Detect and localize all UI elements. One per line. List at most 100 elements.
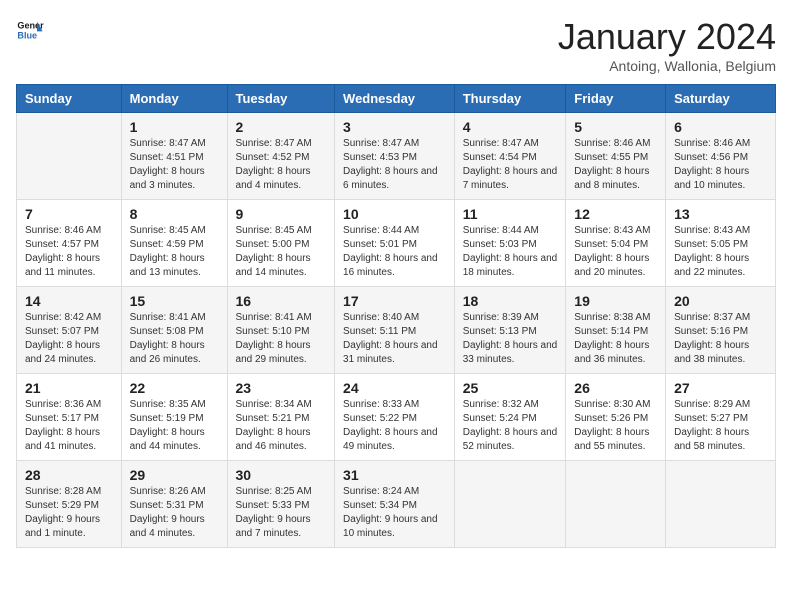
day-info: Sunrise: 8:35 AM Sunset: 5:19 PM Dayligh… — [130, 398, 219, 454]
day-info: Sunrise: 8:28 AM Sunset: 5:29 PM Dayligh… — [25, 485, 113, 541]
day-info: Sunrise: 8:47 AM Sunset: 4:54 PM Dayligh… — [463, 137, 558, 193]
day-info: Sunrise: 8:25 AM Sunset: 5:33 PM Dayligh… — [236, 485, 327, 541]
table-row — [17, 113, 122, 200]
table-row: 30 Sunrise: 8:25 AM Sunset: 5:33 PM Dayli… — [227, 461, 335, 548]
day-number: 11 — [463, 206, 558, 222]
day-info: Sunrise: 8:33 AM Sunset: 5:22 PM Dayligh… — [343, 398, 446, 454]
table-row: 3Sunrise: 8:47 AM Sunset: 4:53 PM Daylig… — [335, 113, 455, 200]
day-number: 14 — [25, 293, 113, 309]
day-info: Sunrise: 8:39 AM Sunset: 5:13 PM Dayligh… — [463, 311, 558, 367]
day-info: Sunrise: 8:38 AM Sunset: 5:14 PM Dayligh… — [574, 311, 657, 367]
header-saturday: Saturday — [666, 85, 776, 113]
day-info: Sunrise: 8:36 AM Sunset: 5:17 PM Dayligh… — [25, 398, 113, 454]
day-info: Sunrise: 8:24 AM Sunset: 5:34 PM Dayligh… — [343, 485, 446, 541]
day-number: 28 — [25, 467, 113, 483]
table-row: 9 Sunrise: 8:45 AM Sunset: 5:00 PM Daylig… — [227, 200, 335, 287]
day-info: Sunrise: 8:43 AM Sunset: 5:05 PM Dayligh… — [674, 224, 767, 280]
weekday-header-row: Sunday Monday Tuesday Wednesday Thursday… — [17, 85, 776, 113]
logo-icon: General Blue — [16, 16, 44, 44]
header-tuesday: Tuesday — [227, 85, 335, 113]
table-row: 16 Sunrise: 8:41 AM Sunset: 5:10 PM Dayli… — [227, 287, 335, 374]
day-number: 27 — [674, 380, 767, 396]
day-number: 21 — [25, 380, 113, 396]
day-info: Sunrise: 8:46 AM Sunset: 4:57 PM Dayligh… — [25, 224, 113, 280]
day-info: Sunrise: 8:34 AM Sunset: 5:21 PM Dayligh… — [236, 398, 327, 454]
day-number: 16 — [236, 293, 327, 309]
day-info: Sunrise: 8:47 AM Sunset: 4:53 PM Dayligh… — [343, 137, 446, 193]
day-number: 17 — [343, 293, 446, 309]
table-row: 2 Sunrise: 8:47 AM Sunset: 4:52 PM Daylig… — [227, 113, 335, 200]
calendar-week-row: 21 Sunrise: 8:36 AM Sunset: 5:17 PM Dayli… — [17, 374, 776, 461]
day-info: Sunrise: 8:41 AM Sunset: 5:10 PM Dayligh… — [236, 311, 327, 367]
table-row: 10 Sunrise: 8:44 AM Sunset: 5:01 PM Dayli… — [335, 200, 455, 287]
day-number: 31 — [343, 467, 446, 483]
day-number: 26 — [574, 380, 657, 396]
table-row: 27 Sunrise: 8:29 AM Sunset: 5:27 PM Dayli… — [666, 374, 776, 461]
day-info: Sunrise: 8:43 AM Sunset: 5:04 PM Dayligh… — [574, 224, 657, 280]
page-title: January 2024 — [558, 16, 776, 58]
header-wednesday: Wednesday — [335, 85, 455, 113]
day-number: 4 — [463, 119, 558, 135]
table-row: 23 Sunrise: 8:34 AM Sunset: 5:21 PM Dayli… — [227, 374, 335, 461]
day-info: Sunrise: 8:44 AM Sunset: 5:03 PM Dayligh… — [463, 224, 558, 280]
day-info: Sunrise: 8:47 AM Sunset: 4:51 PM Dayligh… — [130, 137, 219, 193]
day-info: Sunrise: 8:42 AM Sunset: 5:07 PM Dayligh… — [25, 311, 113, 367]
table-row: 11 Sunrise: 8:44 AM Sunset: 5:03 PM Dayli… — [454, 200, 566, 287]
day-info: Sunrise: 8:29 AM Sunset: 5:27 PM Dayligh… — [674, 398, 767, 454]
day-info: Sunrise: 8:47 AM Sunset: 4:52 PM Dayligh… — [236, 137, 327, 193]
table-row: 22Sunrise: 8:35 AM Sunset: 5:19 PM Dayli… — [121, 374, 227, 461]
day-info: Sunrise: 8:44 AM Sunset: 5:01 PM Dayligh… — [343, 224, 446, 280]
table-row: 13 Sunrise: 8:43 AM Sunset: 5:05 PM Dayli… — [666, 200, 776, 287]
table-row: 12 Sunrise: 8:43 AM Sunset: 5:04 PM Dayli… — [566, 200, 666, 287]
table-row: 29Sunrise: 8:26 AM Sunset: 5:31 PM Dayli… — [121, 461, 227, 548]
day-number: 7 — [25, 206, 113, 222]
day-number: 10 — [343, 206, 446, 222]
day-number: 2 — [236, 119, 327, 135]
day-number: 9 — [236, 206, 327, 222]
header-friday: Friday — [566, 85, 666, 113]
table-row: 19Sunrise: 8:38 AM Sunset: 5:14 PM Dayli… — [566, 287, 666, 374]
calendar-header: Sunday Monday Tuesday Wednesday Thursday… — [17, 85, 776, 113]
table-row: 1Sunrise: 8:47 AM Sunset: 4:51 PM Daylig… — [121, 113, 227, 200]
table-row: 20Sunrise: 8:37 AM Sunset: 5:16 PM Dayli… — [666, 287, 776, 374]
day-number: 15 — [130, 293, 219, 309]
header-sunday: Sunday — [17, 85, 122, 113]
day-number: 29 — [130, 467, 219, 483]
table-row: 24 Sunrise: 8:33 AM Sunset: 5:22 PM Dayli… — [335, 374, 455, 461]
day-info: Sunrise: 8:45 AM Sunset: 5:00 PM Dayligh… — [236, 224, 327, 280]
table-row: 14 Sunrise: 8:42 AM Sunset: 5:07 PM Dayli… — [17, 287, 122, 374]
day-number: 12 — [574, 206, 657, 222]
day-number: 30 — [236, 467, 327, 483]
day-info: Sunrise: 8:45 AM Sunset: 4:59 PM Dayligh… — [130, 224, 219, 280]
calendar-week-row: 28 Sunrise: 8:28 AM Sunset: 5:29 PM Dayli… — [17, 461, 776, 548]
page-subtitle: Antoing, Wallonia, Belgium — [558, 58, 776, 74]
day-info: Sunrise: 8:46 AM Sunset: 4:55 PM Dayligh… — [574, 137, 657, 193]
table-row: 7 Sunrise: 8:46 AM Sunset: 4:57 PM Daylig… — [17, 200, 122, 287]
day-info: Sunrise: 8:32 AM Sunset: 5:24 PM Dayligh… — [463, 398, 558, 454]
calendar-week-row: 1Sunrise: 8:47 AM Sunset: 4:51 PM Daylig… — [17, 113, 776, 200]
calendar-body: 1Sunrise: 8:47 AM Sunset: 4:51 PM Daylig… — [17, 113, 776, 548]
table-row: 5Sunrise: 8:46 AM Sunset: 4:55 PM Daylig… — [566, 113, 666, 200]
table-row: 6Sunrise: 8:46 AM Sunset: 4:56 PM Daylig… — [666, 113, 776, 200]
table-row: 15 Sunrise: 8:41 AM Sunset: 5:08 PM Dayli… — [121, 287, 227, 374]
calendar-table: Sunday Monday Tuesday Wednesday Thursday… — [16, 84, 776, 548]
day-number: 23 — [236, 380, 327, 396]
header-thursday: Thursday — [454, 85, 566, 113]
day-info: Sunrise: 8:41 AM Sunset: 5:08 PM Dayligh… — [130, 311, 219, 367]
table-row: 4 Sunrise: 8:47 AM Sunset: 4:54 PM Daylig… — [454, 113, 566, 200]
table-row: 25 Sunrise: 8:32 AM Sunset: 5:24 PM Dayli… — [454, 374, 566, 461]
day-number: 24 — [343, 380, 446, 396]
table-row: 8 Sunrise: 8:45 AM Sunset: 4:59 PM Daylig… — [121, 200, 227, 287]
header: General Blue January 2024 Antoing, Wallo… — [16, 16, 776, 74]
table-row: 26 Sunrise: 8:30 AM Sunset: 5:26 PM Dayli… — [566, 374, 666, 461]
day-number: 18 — [463, 293, 558, 309]
day-number: 25 — [463, 380, 558, 396]
day-info: Sunrise: 8:30 AM Sunset: 5:26 PM Dayligh… — [574, 398, 657, 454]
day-number: 6 — [674, 119, 767, 135]
table-row — [454, 461, 566, 548]
day-number: 20 — [674, 293, 767, 309]
day-number: 13 — [674, 206, 767, 222]
day-number: 8 — [130, 206, 219, 222]
logo: General Blue — [16, 16, 44, 44]
table-row: 21 Sunrise: 8:36 AM Sunset: 5:17 PM Dayli… — [17, 374, 122, 461]
